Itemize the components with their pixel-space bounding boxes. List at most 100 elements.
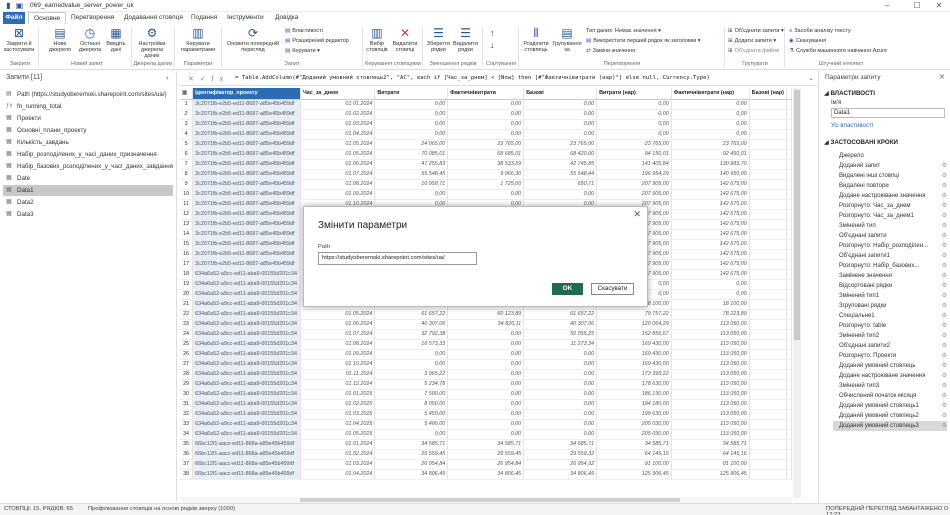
- table-row[interactable]: 33 634a6a52-a9cc-ed11-aba9-00155d201c34 01…: [180, 419, 792, 430]
- table-row[interactable]: 34 634a6a52-a9cc-ed11-aba9-00155d201c34 01…: [180, 429, 792, 440]
- table-cell[interactable]: [749, 179, 788, 190]
- query-item[interactable]: ƒx fn_running_total: [3, 101, 173, 112]
- table-cell[interactable]: 32 792,38: [374, 329, 449, 340]
- table-cell[interactable]: 634a6a52-a9cc-ed11-aba9-00155d201c34: [192, 309, 301, 320]
- step-settings-icon[interactable]: ⚙: [942, 241, 947, 251]
- enter-data-button[interactable]: ▦ Введіть дані: [104, 26, 128, 53]
- applied-step[interactable]: Видалені інші стовпці ⚙: [839, 171, 947, 181]
- table-cell[interactable]: 140 950,00: [671, 169, 750, 180]
- applied-step[interactable]: Доданий умовний стовпець2 ⚙: [839, 411, 947, 421]
- data-type-dropdown[interactable]: Тип даних: Немає значення ▾: [586, 28, 661, 35]
- table-cell[interactable]: 94 150,01: [596, 149, 672, 160]
- table-row[interactable]: 10 3c2071fb-e2b5-ed11-8687-a85e45b459df 01…: [180, 189, 792, 200]
- step-settings-icon[interactable]: ⚙: [942, 381, 947, 391]
- table-cell[interactable]: 0,00: [374, 129, 449, 140]
- table-cell[interactable]: 113 050,00: [671, 359, 750, 370]
- step-settings-icon[interactable]: ⚙: [942, 221, 947, 231]
- applied-step[interactable]: Змінений тип ⚙: [839, 221, 947, 231]
- table-cell[interactable]: 207 905,00: [596, 179, 672, 190]
- table-cell[interactable]: 0,00: [523, 129, 598, 140]
- step-settings-icon[interactable]: ⚙: [942, 371, 947, 381]
- table-cell[interactable]: [749, 169, 788, 180]
- column-header[interactable]: Фактичнівитрати (нар): [671, 88, 750, 100]
- table-cell[interactable]: [749, 439, 788, 450]
- row-number[interactable]: 24: [180, 329, 194, 340]
- row-number[interactable]: 26: [180, 349, 194, 360]
- table-cell[interactable]: 634a6a52-a9cc-ed11-aba9-00155d201c34: [192, 359, 301, 370]
- row-number[interactable]: 36: [180, 449, 194, 460]
- table-row[interactable]: 8 3c2071fb-e2b5-ed11-8687-a85e45b459df 01.…: [180, 169, 792, 180]
- table-cell[interactable]: 23 765,00: [523, 139, 598, 150]
- name-field[interactable]: Data1: [831, 108, 945, 118]
- table-cell[interactable]: 3c2071fb-e2b5-ed11-8687-a85e45b459df: [192, 149, 301, 160]
- table-cell[interactable]: 01.09.2024: [300, 189, 376, 200]
- column-header[interactable]: Базові (нар): [749, 88, 788, 100]
- query-item[interactable]: ▦ Набір_базових_розподілених_у_часі_даних…: [3, 161, 173, 172]
- table-cell[interactable]: 634a6a52-a9cc-ed11-aba9-00155d201c34: [192, 299, 301, 310]
- tab-view[interactable]: Подання: [186, 12, 222, 24]
- table-cell[interactable]: 634a6a52-a9cc-ed11-aba9-00155d201c34: [192, 389, 301, 400]
- table-cell[interactable]: 23 765,00: [596, 139, 672, 150]
- table-cell[interactable]: 0,00: [447, 369, 525, 380]
- applied-step[interactable]: Додане настроюване значення ⚙: [839, 371, 947, 381]
- replace-values-button[interactable]: ⇄ Заміни значення: [586, 48, 635, 55]
- tab-transform[interactable]: Перетворення: [66, 12, 119, 24]
- table-cell[interactable]: 40 307,06: [523, 319, 598, 330]
- table-cell[interactable]: 0,00: [671, 129, 750, 140]
- split-column-button[interactable]: ⫴ Розділити стовпець: [521, 26, 551, 53]
- step-settings-icon[interactable]: ⚙: [942, 321, 947, 331]
- applied-step[interactable]: Об'єднані запити ⚙: [839, 231, 947, 241]
- table-cell[interactable]: 3c2071fb-e2b5-ed11-8687-a85e45b459df: [192, 139, 301, 150]
- table-cell[interactable]: 0,00: [447, 399, 525, 410]
- table-cell[interactable]: 199 630,00: [596, 409, 672, 420]
- table-cell[interactable]: 0,00: [447, 349, 525, 360]
- table-cell[interactable]: [749, 389, 788, 400]
- step-settings-icon[interactable]: ⚙: [942, 351, 947, 361]
- table-cell[interactable]: 23 765,00: [447, 139, 525, 150]
- tab-file[interactable]: Файл: [3, 12, 25, 24]
- formula-text[interactable]: = Table.AddColumn(#"Доданий умовний стов…: [235, 75, 710, 81]
- table-cell[interactable]: 113 050,00: [671, 399, 750, 410]
- expand-formula-icon[interactable]: ⌄: [808, 74, 814, 82]
- table-row[interactable]: 1 3c2071fb-e2b5-ed11-8687-a85e45b459df 01.…: [180, 99, 792, 110]
- table-cell[interactable]: 40 307,06: [374, 319, 449, 330]
- table-cell[interactable]: [749, 259, 788, 270]
- table-cell[interactable]: 34 806,45: [523, 469, 598, 480]
- datasource-settings-button[interactable]: ⚙ Настройки джерела даних: [134, 26, 170, 59]
- applied-step[interactable]: Обчислений початок місяця ⚙: [839, 391, 947, 401]
- table-cell[interactable]: 68 420,00: [523, 149, 598, 160]
- table-cell[interactable]: [749, 319, 788, 330]
- row-number[interactable]: 30: [180, 389, 194, 400]
- tab-tools[interactable]: Інструменти: [222, 12, 269, 24]
- table-cell[interactable]: 01.01.2024: [300, 439, 376, 450]
- table-cell[interactable]: [749, 99, 788, 110]
- row-number[interactable]: 34: [180, 429, 194, 440]
- table-cell[interactable]: 01.09.2024: [300, 349, 376, 360]
- table-cell[interactable]: 0,00: [523, 419, 598, 430]
- table-cell[interactable]: 18 100,00: [671, 299, 750, 310]
- table-cell[interactable]: 0,00: [374, 349, 449, 360]
- applied-step[interactable]: Спеціальне1 ⚙: [839, 311, 947, 321]
- row-number[interactable]: 38: [180, 469, 194, 480]
- save-icon[interactable]: ▣: [15, 1, 24, 10]
- keep-rows-button[interactable]: ☰ Зберегти рядки: [425, 26, 452, 53]
- step-settings-icon[interactable]: ⚙: [942, 171, 947, 181]
- choose-columns-button[interactable]: ▥ Вибір стовпців: [366, 26, 388, 53]
- cancel-button[interactable]: Скасувати: [591, 283, 634, 295]
- column-header[interactable]: Ідентифікатор_проекту: [192, 88, 301, 100]
- table-cell[interactable]: 61 657,22: [374, 309, 449, 320]
- step-settings-icon[interactable]: ⚙: [942, 201, 947, 211]
- table-cell[interactable]: 01.05.2024: [300, 149, 376, 160]
- applied-step[interactable]: Доданий умовний стовпець ⚙: [839, 361, 947, 371]
- table-row[interactable]: 22 634a6a52-a9cc-ed11-aba9-00155d201c34 01…: [180, 309, 792, 320]
- table-cell[interactable]: 78 223,89: [671, 309, 750, 320]
- table-cell[interactable]: 23 765,00: [671, 139, 750, 150]
- table-cell[interactable]: 125 906,45: [671, 469, 750, 480]
- table-cell[interactable]: 61 657,22: [523, 309, 598, 320]
- table-cell[interactable]: 26 954,84: [374, 459, 449, 470]
- query-item[interactable]: ▦ Data2: [3, 197, 173, 208]
- table-cell[interactable]: 0,00: [447, 129, 525, 140]
- table-cell[interactable]: 66bc12f1-aacc-ed11-868a-a85e45b459df: [192, 439, 301, 450]
- table-cell[interactable]: 142 675,00: [671, 199, 750, 210]
- table-cell[interactable]: 01.10.2024: [300, 359, 376, 370]
